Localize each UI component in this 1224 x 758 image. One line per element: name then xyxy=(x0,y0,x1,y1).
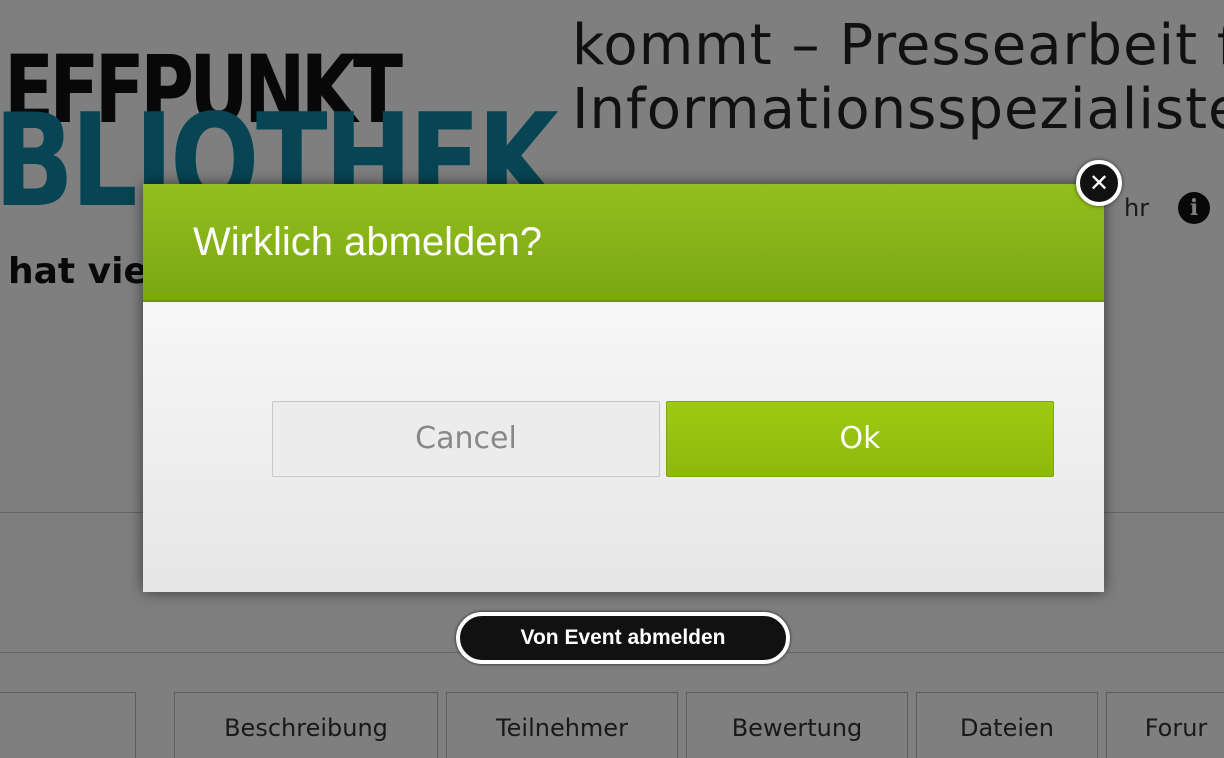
ok-button[interactable]: Ok xyxy=(666,401,1054,477)
confirm-dialog: Wirklich abmelden? Cancel Ok xyxy=(143,184,1104,592)
close-icon[interactable]: ✕ xyxy=(1076,160,1122,206)
unsubscribe-tooltip: Von Event abmelden xyxy=(456,612,790,664)
dialog-header: Wirklich abmelden? xyxy=(143,184,1104,302)
cancel-button[interactable]: Cancel xyxy=(272,401,660,477)
dialog-title: Wirklich abmelden? xyxy=(193,220,543,264)
